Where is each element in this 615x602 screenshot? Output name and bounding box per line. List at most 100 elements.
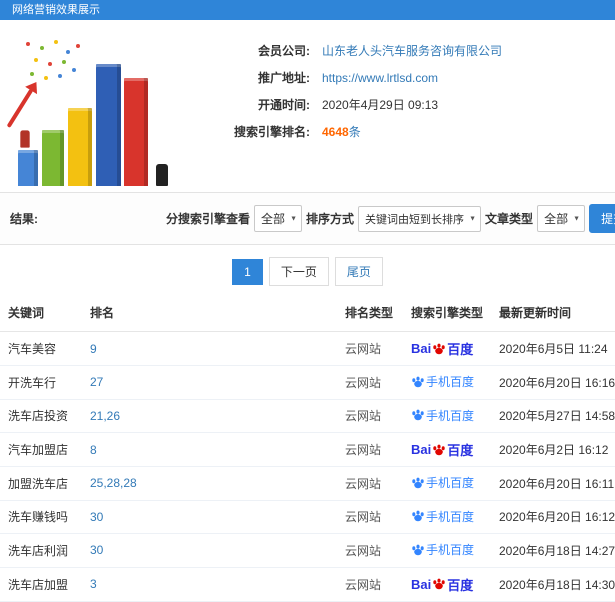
keyword-cell: 洗车店投资 bbox=[0, 399, 84, 433]
table-row: 洗车店加盟 3 云网站 Bai 百度 2020年6月18日 14:30 bbox=[0, 567, 615, 602]
rank-type-cell: 云网站 bbox=[339, 567, 405, 602]
baidu-paw-icon bbox=[433, 578, 445, 590]
growth-arrow-icon bbox=[6, 88, 34, 128]
company-label: 会员公司: bbox=[258, 44, 310, 58]
table-row: 加盟洗车店 25,28,28 云网站 手机百度 2020年6月20日 16:11 bbox=[0, 466, 615, 501]
engine-filter-label: 分搜索引擎查看 bbox=[166, 212, 251, 226]
baidu-logo: Bai 百度 bbox=[411, 442, 474, 458]
header-engine-type: 搜索引擎类型 bbox=[405, 296, 493, 332]
update-time-cell: 2020年6月20日 16:12 bbox=[493, 500, 615, 534]
header-update-time: 最新更新时间 bbox=[493, 296, 615, 332]
mobile-baidu-logo: 手机百度 bbox=[411, 508, 474, 525]
baidu-logo: Bai 百度 bbox=[411, 341, 474, 357]
site-label: 推广地址: bbox=[258, 71, 310, 85]
submit-button[interactable]: 提交 bbox=[589, 204, 615, 233]
engine-cell: 手机百度 bbox=[405, 500, 493, 534]
mobile-baidu-paw-icon bbox=[412, 477, 424, 488]
engine-cell: Bai 百度 bbox=[405, 432, 493, 467]
update-time-cell: 2020年6月18日 14:30 bbox=[493, 567, 615, 602]
keyword-cell: 加盟洗车店 bbox=[0, 466, 84, 501]
table-row: 开洗车行 27 云网站 手机百度 2020年6月20日 16:16 bbox=[0, 365, 615, 400]
mobile-baidu-paw-icon bbox=[412, 409, 424, 421]
mobile-baidu-logo: 手机百度 bbox=[411, 474, 474, 491]
baidu-paw-icon bbox=[433, 343, 445, 354]
article-type-label: 文章类型 bbox=[485, 212, 534, 226]
update-time-cell: 2020年6月18日 14:27 bbox=[493, 533, 615, 568]
mobile-baidu-logo: 手机百度 bbox=[411, 407, 474, 424]
bar-chart-illustration bbox=[4, 34, 182, 186]
next-page-button[interactable]: 下一页 bbox=[268, 257, 329, 286]
result-label: 结果: bbox=[10, 212, 38, 226]
baidu-paw-icon bbox=[433, 444, 445, 455]
keyword-cell: 洗车店加盟 bbox=[0, 567, 84, 602]
engine-cell: 手机百度 bbox=[405, 365, 493, 400]
article-type-select[interactable]: 全部 ▼ bbox=[537, 205, 586, 232]
engine-cell: 手机百度 bbox=[405, 533, 493, 568]
pagination: 1 下一页 尾页 bbox=[0, 257, 615, 286]
rank-cell: 30 bbox=[84, 500, 339, 534]
rank-cell: 21,26 bbox=[84, 399, 339, 433]
rank-count-label: 搜索引擎排名: bbox=[234, 125, 310, 139]
rank-type-cell: 云网站 bbox=[339, 533, 405, 568]
keyword-cell: 汽车加盟店 bbox=[0, 432, 84, 467]
sort-order-label: 排序方式 bbox=[306, 212, 355, 226]
keyword-cell: 开洗车行 bbox=[0, 365, 84, 400]
table-row: 汽车美容 9 云网站 Bai 百度 2020年6月5日 11:24 bbox=[0, 331, 615, 366]
mobile-baidu-paw-icon bbox=[412, 544, 424, 555]
engine-cell: Bai 百度 bbox=[405, 331, 493, 366]
header-rank-type: 排名类型 bbox=[339, 296, 405, 332]
member-info-fields: 会员公司: 山东老人头汽车服务咨询有限公司 推广地址: https://www.… bbox=[182, 34, 502, 186]
sort-order-select[interactable]: 关键词由短到长排序 ▼ bbox=[358, 205, 482, 232]
table-row: 洗车赚钱吗 30 云网站 手机百度 2020年6月20日 16:12 bbox=[0, 500, 615, 534]
site-link[interactable]: https://www.lrtlsd.com bbox=[322, 71, 438, 85]
mobile-baidu-paw-icon bbox=[412, 376, 424, 387]
person-figure bbox=[156, 164, 168, 186]
last-page-button[interactable]: 尾页 bbox=[334, 257, 383, 286]
header-keyword: 关键词 bbox=[0, 296, 84, 332]
member-info-panel: 会员公司: 山东老人头汽车服务咨询有限公司 推广地址: https://www.… bbox=[0, 20, 615, 192]
update-time-cell: 2020年6月2日 16:12 bbox=[493, 432, 615, 467]
rank-type-cell: 云网站 bbox=[339, 466, 405, 501]
rank-cell: 30 bbox=[84, 533, 339, 568]
mobile-baidu-paw-icon bbox=[412, 510, 424, 522]
rank-type-cell: 云网站 bbox=[339, 331, 405, 366]
update-time-cell: 2020年5月27日 14:58 bbox=[493, 399, 615, 433]
company-link[interactable]: 山东老人头汽车服务咨询有限公司 bbox=[322, 42, 502, 59]
chevron-down-icon: ▼ bbox=[469, 215, 477, 222]
open-time-value: 2020年4月29日 09:13 bbox=[322, 98, 439, 112]
top-bar: 网络营销效果展示 bbox=[0, 0, 615, 20]
filter-bar: 结果: 分搜索引擎查看 全部 ▼ 排序方式 关键词由短到长排序 ▼ 文章类型 全… bbox=[0, 192, 615, 245]
keyword-cell: 洗车赚钱吗 bbox=[0, 500, 84, 534]
baidu-logo: Bai 百度 bbox=[411, 576, 474, 593]
mobile-baidu-logo: 手机百度 bbox=[411, 373, 474, 390]
open-time-label: 开通时间: bbox=[258, 98, 310, 112]
keyword-cell: 洗车店利润 bbox=[0, 533, 84, 568]
rank-cell: 3 bbox=[84, 567, 339, 602]
rank-type-cell: 云网站 bbox=[339, 365, 405, 400]
rank-type-cell: 云网站 bbox=[339, 399, 405, 433]
rank-cell: 27 bbox=[84, 365, 339, 400]
rank-cell: 9 bbox=[84, 331, 339, 366]
mobile-baidu-logo: 手机百度 bbox=[411, 541, 474, 558]
confetti-decoration bbox=[26, 42, 30, 46]
update-time-cell: 2020年6月20日 16:16 bbox=[493, 365, 615, 400]
engine-filter-select[interactable]: 全部 ▼ bbox=[254, 205, 303, 232]
keyword-cell: 汽车美容 bbox=[0, 331, 84, 366]
chevron-down-icon: ▼ bbox=[573, 215, 581, 222]
header-rank: 排名 bbox=[84, 296, 339, 332]
page-title: 网络营销效果展示 bbox=[12, 4, 100, 16]
rank-type-cell: 云网站 bbox=[339, 432, 405, 467]
table-row: 汽车加盟店 8 云网站 Bai 百度 2020年6月2日 16:12 bbox=[0, 432, 615, 467]
keyword-rank-table: 关键词 排名 排名类型 搜索引擎类型 最新更新时间 汽车美容 9 云网站 Bai… bbox=[0, 296, 615, 602]
update-time-cell: 2020年6月5日 11:24 bbox=[493, 331, 615, 366]
rank-count-value: 4648条 bbox=[322, 125, 361, 139]
engine-cell: 手机百度 bbox=[405, 399, 493, 433]
table-row: 洗车店利润 30 云网站 手机百度 2020年6月18日 14:27 bbox=[0, 533, 615, 568]
engine-cell: Bai 百度 bbox=[405, 567, 493, 602]
rank-cell: 25,28,28 bbox=[84, 466, 339, 501]
chevron-down-icon: ▼ bbox=[290, 215, 298, 222]
person-figure bbox=[20, 130, 30, 148]
update-time-cell: 2020年6月20日 16:11 bbox=[493, 466, 615, 501]
rank-cell: 8 bbox=[84, 432, 339, 467]
page-1-button[interactable]: 1 bbox=[232, 258, 263, 285]
